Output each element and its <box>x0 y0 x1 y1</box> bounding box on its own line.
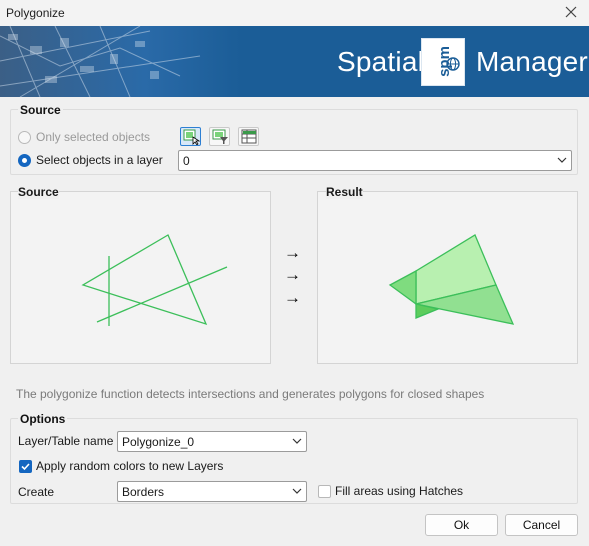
select-objects-icon <box>183 129 200 145</box>
title-bar: Polygonize <box>0 0 589 26</box>
chevron-down-icon <box>292 488 302 494</box>
random-colors-checkbox[interactable] <box>19 460 32 473</box>
select-table-icon <box>241 129 257 144</box>
brand-name-left: Spatial <box>337 46 425 77</box>
cancel-button[interactable]: Cancel <box>505 514 578 536</box>
radio-label-select-layer: Select objects in a layer <box>36 153 163 167</box>
radio-select-layer[interactable]: Select objects in a layer <box>18 153 163 167</box>
arrow-1: → <box>284 243 301 262</box>
close-icon[interactable] <box>560 2 582 22</box>
arrow-3: → <box>284 288 301 307</box>
radio-label-only-selected: Only selected objects <box>36 130 151 144</box>
layer-name-label: Layer/Table name <box>18 434 114 448</box>
check-icon <box>21 463 30 471</box>
window-title: Polygonize <box>6 6 65 20</box>
filter-select-button[interactable] <box>209 127 230 146</box>
result-preview-panel <box>317 191 578 364</box>
source-panel-label: Source <box>18 185 59 199</box>
description-text: The polygonize function detects intersec… <box>16 387 485 401</box>
chevron-down-icon <box>557 157 567 163</box>
layer-select-value: 0 <box>183 154 190 168</box>
create-select-value: Borders <box>122 485 165 499</box>
source-shapes-image <box>81 234 228 326</box>
ok-button[interactable]: Ok <box>425 514 498 536</box>
layer-select[interactable]: 0 <box>178 150 572 171</box>
options-group-title: Options <box>18 412 68 426</box>
globe-icon <box>446 57 460 71</box>
spm-logo: spm <box>421 38 465 86</box>
result-shapes-image <box>388 234 515 325</box>
radio-only-selected[interactable]: Only selected objects <box>18 130 150 144</box>
fill-hatches-checkbox[interactable] <box>318 485 331 498</box>
city-map-image <box>0 26 240 97</box>
create-label: Create <box>18 485 55 499</box>
product-banner: Spatial spm Manager <box>0 26 589 97</box>
filter-select-icon <box>212 129 228 144</box>
source-group-title: Source <box>18 103 63 117</box>
random-colors-label: Apply random colors to new Layers <box>36 459 224 473</box>
chevron-down-icon <box>292 438 302 444</box>
source-preview-panel <box>10 191 271 364</box>
arrow-2: → <box>284 265 301 284</box>
create-select[interactable]: Borders <box>117 481 307 502</box>
result-panel-label: Result <box>326 185 363 199</box>
select-objects-button[interactable] <box>180 127 201 146</box>
select-table-button[interactable] <box>238 127 259 146</box>
layer-name-value: Polygonize_0 <box>122 435 195 449</box>
layer-name-combo[interactable]: Polygonize_0 <box>117 431 307 452</box>
radio-button-checked[interactable] <box>18 153 31 167</box>
fill-hatches-label: Fill areas using Hatches <box>335 484 464 498</box>
brand-name-right: Manager <box>476 46 588 77</box>
radio-button[interactable] <box>18 130 31 144</box>
